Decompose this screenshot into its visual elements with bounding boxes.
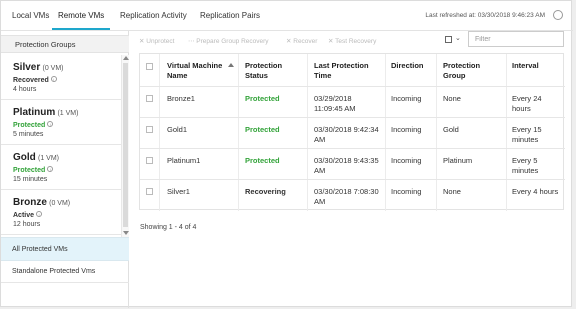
group-cell: Gold xyxy=(443,125,459,134)
tab-remote-vms[interactable]: Remote VMs xyxy=(58,11,104,20)
group-status: Protected xyxy=(13,167,46,174)
time-cell: 03/30/2018 9:42:34 AM xyxy=(314,125,379,144)
time-cell: 03/29/2018 11:09:45 AM xyxy=(314,94,356,113)
column-header-direction[interactable]: Direction xyxy=(391,61,436,71)
status-cell: Protected xyxy=(245,156,280,165)
vm-table: Virtual Machine Name Protection Status L… xyxy=(139,53,565,211)
time-cell: 03/30/2018 7:08:30 AM xyxy=(314,187,379,206)
select-all-checkbox[interactable] xyxy=(146,63,153,70)
standalone-protected-vms-label: Standalone Protected Vms xyxy=(12,268,96,275)
column-header-protection-group[interactable]: Protection Group xyxy=(443,61,498,81)
row-checkbox[interactable] xyxy=(146,95,153,102)
interval-cell: Every 15 minutes xyxy=(512,125,542,144)
group-name: Silver xyxy=(13,62,41,73)
row-checkbox[interactable] xyxy=(146,188,153,195)
scroll-thumb[interactable] xyxy=(123,63,128,227)
group-item-bronze[interactable]: Bronze (0 VM) Active i 12 hours xyxy=(1,190,121,235)
export-icon xyxy=(445,36,452,43)
column-header-interval[interactable]: Interval xyxy=(512,61,562,71)
column-header-last-protection-time[interactable]: Last Protection Time xyxy=(314,61,379,81)
direction-cell: Incoming xyxy=(391,156,422,165)
row-checkbox[interactable] xyxy=(146,126,153,133)
row-checkbox[interactable] xyxy=(146,157,153,164)
prepare-group-recovery-button[interactable]: ⋯ Prepare Group Recovery xyxy=(188,37,269,45)
protection-groups-title: Protection Groups xyxy=(15,40,76,49)
active-tab-indicator xyxy=(52,28,110,30)
pagination-summary: Showing 1 - 4 of 4 xyxy=(140,224,197,231)
group-cell: None xyxy=(443,94,461,103)
tab-local-vms[interactable]: Local VMs xyxy=(12,11,49,20)
group-interval: 5 minutes xyxy=(13,131,44,138)
vm-name-cell: Silver1 xyxy=(167,187,190,196)
group-list-scrollbar[interactable] xyxy=(121,55,129,237)
info-icon[interactable]: i xyxy=(47,121,54,127)
group-cell: None xyxy=(443,187,461,196)
interval-cell: Every 24 hours xyxy=(512,94,542,113)
group-status: Protected xyxy=(13,122,46,129)
recover-button[interactable]: ✕ Recover xyxy=(286,37,317,45)
group-interval: 12 hours xyxy=(13,221,41,228)
info-icon[interactable]: i xyxy=(50,76,57,82)
info-icon[interactable]: i xyxy=(36,211,43,217)
last-refreshed-text: Last refreshed at: 03/30/2018 9:46:23 AM xyxy=(425,12,545,19)
group-status: Active xyxy=(13,212,35,219)
direction-cell: Incoming xyxy=(391,94,422,103)
group-vm-count: (0 VM) xyxy=(42,65,64,72)
group-interval: 4 hours xyxy=(13,86,37,93)
group-item-silver[interactable]: Silver (0 VM) Recovered i 4 hours xyxy=(1,55,121,100)
group-vm-count: (1 VM) xyxy=(57,110,79,117)
column-header-protection-status[interactable]: Protection Status xyxy=(245,61,300,81)
status-cell: Protected xyxy=(245,94,280,103)
replication-window: Local VMs Remote VMs Replication Activit… xyxy=(0,0,573,308)
chevron-down-icon: ⌄ xyxy=(455,35,461,42)
refresh-icon[interactable] xyxy=(553,10,563,20)
group-cell: Platinum xyxy=(443,156,473,165)
group-name: Gold xyxy=(13,152,36,163)
group-vm-count: (1 VM) xyxy=(38,155,60,162)
standalone-protected-vms-item[interactable]: Standalone Protected Vms xyxy=(1,261,129,283)
vm-name-cell: Gold1 xyxy=(167,125,188,134)
column-header-vm-name[interactable]: Virtual Machine Name xyxy=(167,61,227,81)
all-protected-vms-item[interactable]: All Protected VMs xyxy=(1,237,129,261)
group-name: Bronze xyxy=(13,197,47,208)
time-cell: 03/30/2018 9:43:35 AM xyxy=(314,156,379,175)
info-icon[interactable]: i xyxy=(47,166,54,172)
test-recovery-button[interactable]: ✕ Test Recovery xyxy=(328,37,376,45)
status-cell: Protected xyxy=(245,125,280,134)
vm-name-cell: Platinum1 xyxy=(167,156,201,165)
vm-name-cell: Bronze1 xyxy=(167,94,195,103)
export-button[interactable]: ⌄ xyxy=(443,34,463,46)
interval-cell: Every 4 hours xyxy=(512,187,559,196)
interval-cell: Every 5 minutes xyxy=(512,156,539,175)
unprotect-button[interactable]: ✕ Unprotect xyxy=(139,37,174,45)
filter-input[interactable] xyxy=(468,31,564,47)
status-cell: Recovering xyxy=(245,187,286,196)
protection-group-list: Silver (0 VM) Recovered i 4 hours Platinu… xyxy=(1,55,121,235)
sort-ascending-icon[interactable] xyxy=(228,63,234,67)
group-interval: 15 minutes xyxy=(13,176,48,183)
direction-cell: Incoming xyxy=(391,125,422,134)
group-item-gold[interactable]: Gold (1 VM) Protected i 15 minutes xyxy=(1,145,121,190)
direction-cell: Incoming xyxy=(391,187,422,196)
group-vm-count: (0 VM) xyxy=(49,200,71,207)
protection-groups-panel: Protection Groups Silver (0 VM) Recovere… xyxy=(1,31,129,308)
tab-bar: Local VMs Remote VMs Replication Activit… xyxy=(1,1,573,31)
scroll-down-icon[interactable] xyxy=(123,231,129,235)
group-name: Platinum xyxy=(13,107,56,118)
group-item-platinum[interactable]: Platinum (1 VM) Protected i 5 minutes xyxy=(1,100,121,145)
tab-replication-activity[interactable]: Replication Activity xyxy=(120,11,187,20)
tab-replication-pairs[interactable]: Replication Pairs xyxy=(200,11,260,20)
all-protected-vms-label: All Protected VMs xyxy=(12,246,68,253)
group-status: Recovered xyxy=(13,77,49,84)
scroll-up-icon[interactable] xyxy=(123,56,129,60)
protection-groups-header: Protection Groups xyxy=(1,35,129,53)
